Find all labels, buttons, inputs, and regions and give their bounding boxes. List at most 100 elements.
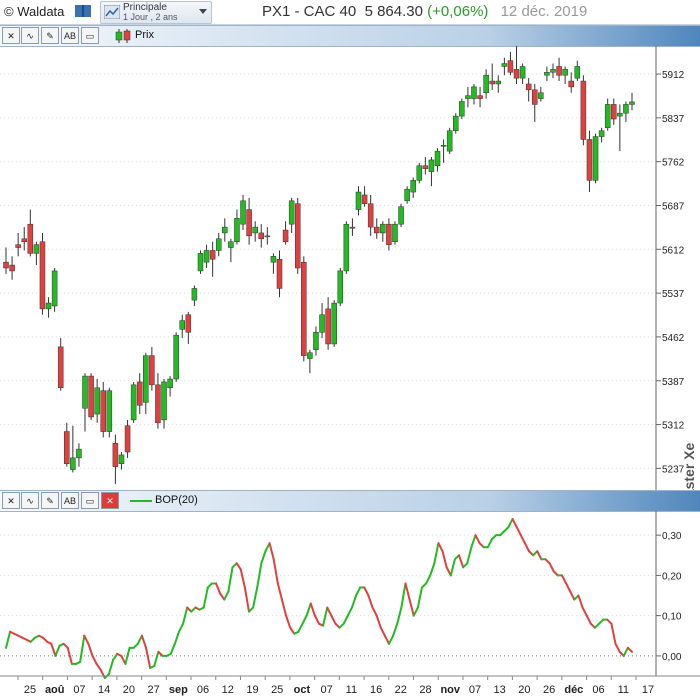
candle [307, 349, 313, 374]
x-axis-label: 14 [98, 684, 110, 696]
candle [106, 387, 113, 438]
candle [568, 72, 574, 93]
candle [301, 256, 307, 362]
bop-segment [486, 538, 493, 549]
window-icon[interactable]: ▭ [81, 492, 99, 509]
x-axis-label: 13 [494, 684, 506, 696]
bop-segment [626, 646, 633, 653]
bop-segment [470, 534, 477, 549]
title-bar: © Waldata Principale 1 Jour , 2 ans PX1 … [0, 0, 700, 25]
candle [556, 57, 562, 82]
candle [155, 373, 161, 429]
bop-segment [177, 622, 185, 633]
drawing-icon[interactable]: ✎ [41, 27, 59, 44]
text-tool-icon[interactable]: AB [61, 27, 79, 44]
book-icon[interactable] [74, 3, 92, 19]
price-y-tick: 5312 [662, 421, 685, 432]
candle [100, 381, 106, 438]
candle [325, 297, 331, 350]
bop-segment [449, 558, 456, 577]
bop-segment [145, 646, 152, 669]
x-axis-label: 11 [346, 684, 357, 696]
indicator-add-icon[interactable]: ∿ [21, 27, 39, 44]
candle [167, 376, 173, 397]
window-icon[interactable]: ▭ [81, 27, 99, 44]
bop-segment [322, 606, 329, 627]
text-tool-icon[interactable]: AB [61, 492, 79, 509]
bop-segment [416, 586, 423, 609]
candle [319, 303, 325, 339]
indicator-add-icon[interactable]: ∿ [21, 492, 39, 509]
bop-chart[interactable]: 0,30 0,20 0,10 0,00 25 aoû 07 14 20 27 sep 06 12 19 2… [0, 511, 700, 700]
candle [495, 75, 502, 93]
bop-segment [153, 650, 160, 667]
tools-icon[interactable]: ✕ [2, 492, 20, 509]
bop-segment [565, 582, 572, 593]
candle [222, 218, 228, 242]
price-y-tick: 5687 [662, 201, 685, 212]
candle [592, 133, 599, 184]
drawing-icon[interactable]: ✎ [41, 492, 59, 509]
bop-segment [622, 646, 629, 657]
candle [161, 379, 167, 429]
x-axis-label: 22 [395, 684, 407, 696]
candle [215, 232, 222, 257]
candle [203, 244, 210, 268]
candle [276, 250, 283, 298]
x-axis-label: 11 [618, 684, 629, 696]
candle [434, 148, 441, 172]
x-axis-label: oct [294, 684, 311, 696]
x-axis-label: 07 [469, 684, 481, 696]
candle [185, 311, 192, 344]
candle [361, 186, 368, 207]
bop-segment [301, 614, 308, 625]
bop-segment [272, 558, 279, 585]
selector-subtitle: 1 Jour , 2 ans [123, 12, 178, 22]
candle [240, 194, 246, 231]
candle [124, 419, 131, 458]
bop-segment [433, 542, 440, 565]
candle [410, 177, 416, 198]
price-y-tick: 5912 [662, 70, 685, 81]
candle [544, 66, 550, 82]
candle [15, 232, 21, 257]
bop-segment [404, 582, 411, 601]
candle [294, 197, 301, 274]
bop-segment [511, 518, 518, 529]
instrument-price: 5 864.30 [364, 3, 423, 20]
period-selector[interactable]: Principale 1 Jour , 2 ans [100, 1, 212, 24]
bop-segment [182, 606, 189, 625]
instrument-date: 12 déc. 2019 [500, 3, 588, 20]
candle [471, 83, 477, 105]
candle [525, 78, 532, 102]
candle [623, 101, 629, 122]
bop-segment [239, 568, 246, 589]
bop-segment [560, 574, 568, 585]
x-axis-label: 25 [271, 684, 283, 696]
x-axis-label: 25 [24, 684, 36, 696]
candle [33, 241, 40, 266]
bop-y-tick: 0,00 [662, 652, 682, 663]
close-icon[interactable]: ✕ [101, 492, 119, 509]
bop-segment [408, 598, 415, 617]
bop-segment [371, 606, 378, 617]
bop-segment [326, 606, 333, 617]
x-axis-label: 26 [543, 684, 555, 696]
price-chart[interactable]: 5912583757625687561255375462538753125237… [0, 46, 700, 490]
candle [416, 162, 423, 184]
bop-segment [363, 586, 370, 597]
indicator-toolbar: ✕ ∿ ✎ AB ▭ ✕ BOP(20) [0, 490, 700, 512]
candle [3, 247, 9, 274]
price-y-tick: 5837 [662, 114, 685, 125]
candle [586, 130, 593, 193]
candle [598, 127, 605, 143]
instrument-change: (+0,06%) [427, 3, 489, 20]
candle [27, 209, 34, 257]
tools-icon[interactable]: ✕ [2, 27, 20, 44]
candle [550, 63, 556, 79]
bop-segment [268, 542, 275, 561]
watermark: Walmaster Xe [681, 442, 697, 490]
bop-segment [309, 602, 316, 617]
bop-segment [107, 658, 115, 675]
bop-segment [169, 642, 176, 655]
